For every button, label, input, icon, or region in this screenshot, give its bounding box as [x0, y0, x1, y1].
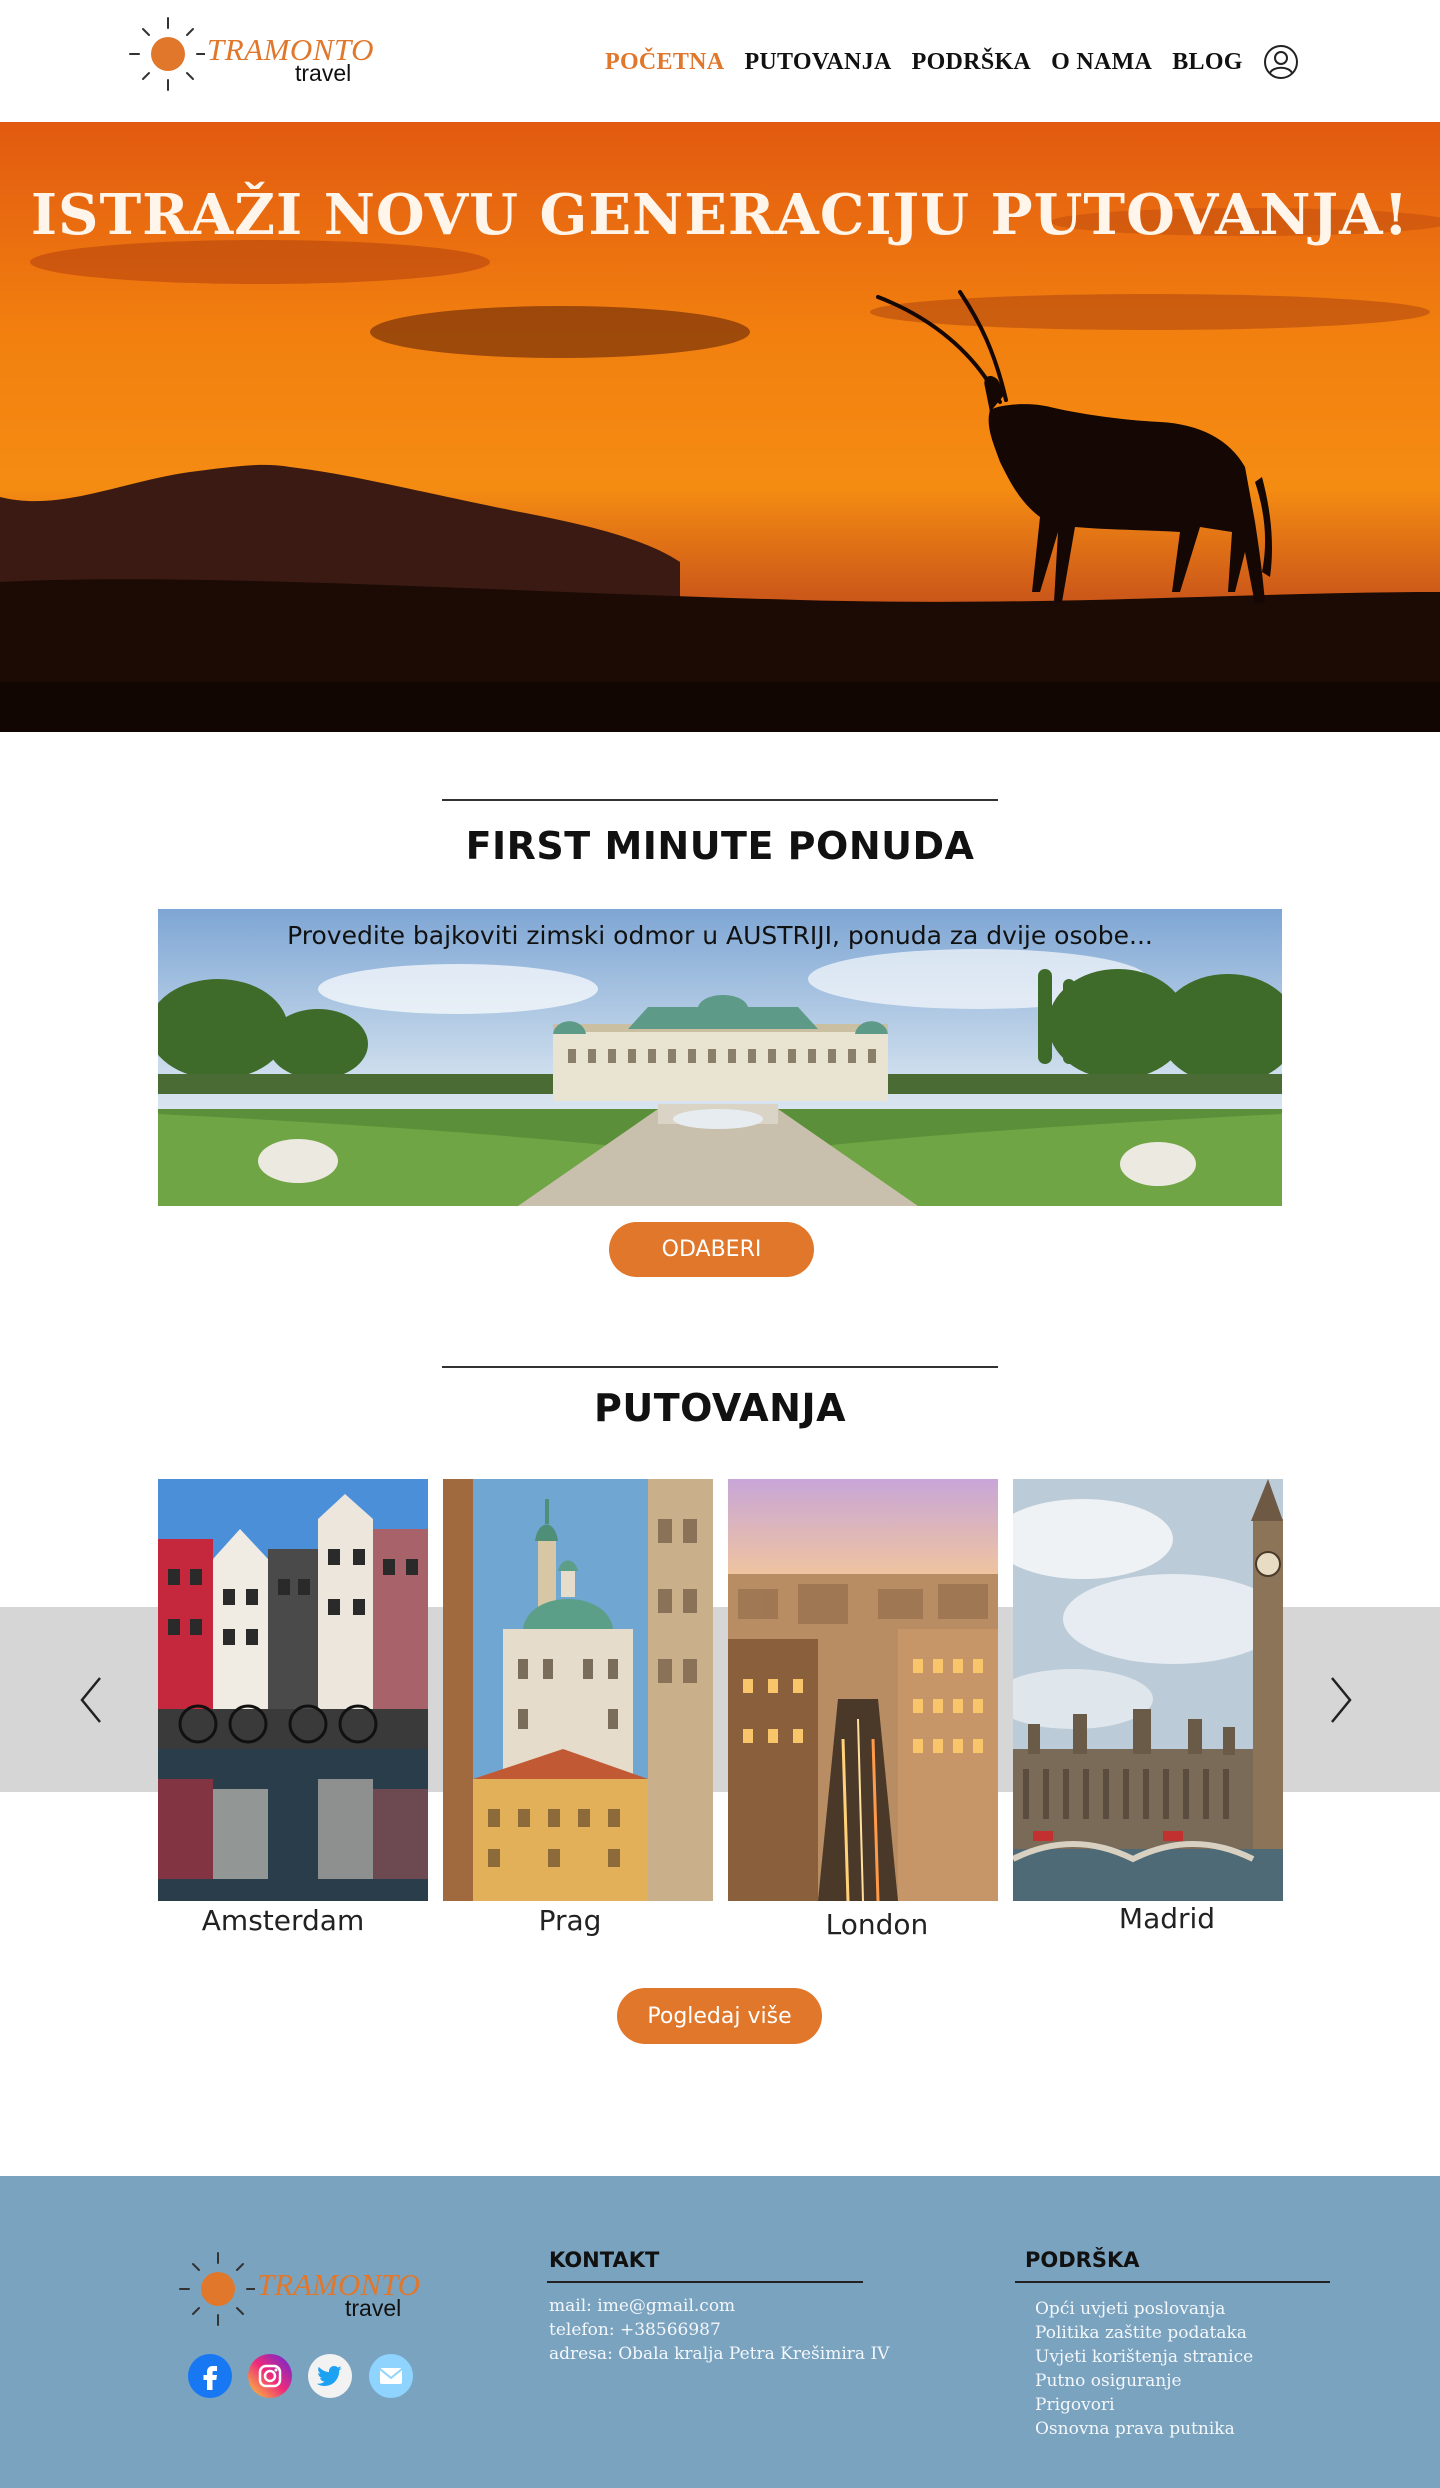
- trip-label-madrid: Madrid: [1118, 1902, 1216, 1935]
- hero-title: ISTRAŽI NOVU GENERACIJU PUTOVANJA!: [30, 182, 1410, 248]
- logo[interactable]: TRAMONTO travel: [125, 10, 374, 100]
- odaberi-button[interactable]: ODABERI: [609, 1222, 814, 1277]
- hero-banner: ISTRAŽI NOVU GENERACIJU PUTOVANJA!: [0, 122, 1440, 732]
- section-divider: [442, 1366, 998, 1368]
- support-link[interactable]: Osnovna prava putnika: [1035, 2417, 1253, 2441]
- support-link[interactable]: Putno osiguranje: [1035, 2369, 1253, 2393]
- nav-item-o-nama[interactable]: O NAMA: [1051, 49, 1152, 76]
- twitter-icon[interactable]: [308, 2354, 352, 2398]
- amsterdam-image: [158, 1479, 428, 1901]
- support-links: Opći uvjeti poslovanja Politika zaštite …: [1035, 2297, 1253, 2441]
- carousel-prev-icon[interactable]: [72, 1672, 112, 1728]
- first-minute-title: FIRST MINUTE PONUDA: [465, 824, 975, 868]
- nav-item-putovanja[interactable]: PUTOVANJA: [744, 49, 891, 76]
- contact-mail[interactable]: mail: ime@gmail.com: [549, 2294, 735, 2318]
- footer-support-title: PODRŠKA: [1025, 2248, 1140, 2272]
- footer-divider: [1015, 2281, 1330, 2283]
- footer-divider: [547, 2281, 863, 2283]
- prague-image: [443, 1479, 713, 1901]
- trip-card-madrid[interactable]: [1013, 1479, 1283, 1901]
- sun-logo-icon: [179, 2252, 256, 2326]
- footer-logo[interactable]: TRAMONTO travel: [175, 2245, 420, 2335]
- carousel-next-icon[interactable]: [1320, 1672, 1360, 1728]
- mail-icon[interactable]: [369, 2354, 413, 2398]
- sun-logo-icon: [129, 17, 206, 91]
- trip-label-london: London: [825, 1908, 929, 1941]
- support-link[interactable]: Uvjeti korištenja stranice: [1035, 2345, 1253, 2369]
- contact-address: adresa: Obala kralja Petra Krešimira IV: [549, 2344, 890, 2364]
- nav-item-podrska[interactable]: PODRŠKA: [912, 49, 1031, 76]
- site-header: TRAMONTO travel POČETNA PUTOVANJA PODRŠK…: [0, 0, 1440, 122]
- trip-label-prag: Prag: [538, 1904, 602, 1937]
- trip-label-amsterdam: Amsterdam: [201, 1904, 365, 1937]
- nav-item-blog[interactable]: BLOG: [1172, 49, 1243, 76]
- nav-item-pocetna[interactable]: POČETNA: [605, 49, 724, 76]
- offer-text: Provedite bajkoviti zimski odmor u AUSTR…: [287, 921, 1153, 950]
- logo-sub: travel: [295, 60, 352, 86]
- madrid-image: [1013, 1479, 1283, 1901]
- trip-card-prag[interactable]: [443, 1479, 713, 1901]
- london-image: [728, 1479, 998, 1901]
- support-link[interactable]: Prigovori: [1035, 2393, 1253, 2417]
- footer-logo-sub: travel: [345, 2295, 402, 2321]
- contact-phone[interactable]: telefon: +38566987: [549, 2318, 721, 2342]
- footer-contact-title: KONTAKT: [549, 2248, 660, 2272]
- pogledaj-vise-button[interactable]: Pogledaj više: [617, 1988, 822, 2044]
- offer-banner[interactable]: Provedite bajkoviti zimski odmor u AUSTR…: [158, 909, 1282, 1206]
- trip-card-amsterdam[interactable]: [158, 1479, 428, 1901]
- trips-title: PUTOVANJA: [593, 1386, 846, 1430]
- page: TRAMONTO travel POČETNA PUTOVANJA PODRŠK…: [0, 0, 1440, 2488]
- main-nav: POČETNA PUTOVANJA PODRŠKA O NAMA BLOG: [605, 42, 1299, 82]
- support-link[interactable]: Politika zaštite podataka: [1035, 2321, 1253, 2345]
- section-divider: [442, 799, 998, 801]
- facebook-icon[interactable]: [188, 2354, 232, 2398]
- trip-card-london[interactable]: [728, 1479, 998, 1901]
- support-link[interactable]: Opći uvjeti poslovanja: [1035, 2297, 1253, 2321]
- user-account-icon[interactable]: [1263, 44, 1299, 80]
- instagram-icon[interactable]: [248, 2354, 292, 2398]
- belvedere-palace-image: [158, 909, 1282, 1206]
